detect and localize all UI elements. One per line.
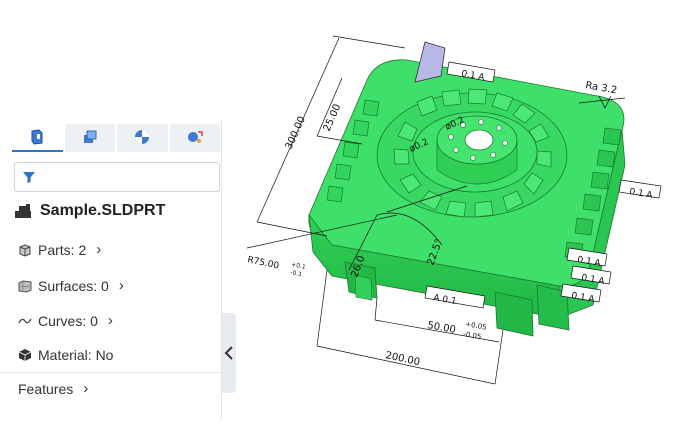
view-icon <box>135 130 150 144</box>
curves-item[interactable]: Curves: 0 › <box>18 312 113 329</box>
surfaces-item[interactable]: Surfaces: 0 › <box>18 277 124 294</box>
hub-bore <box>464 129 494 151</box>
left-blank-area <box>0 0 222 120</box>
tab-view[interactable] <box>117 124 168 152</box>
curves-icon <box>18 318 32 323</box>
leg-mid <box>494 291 534 337</box>
features-label: Features <box>18 380 74 397</box>
dim-300: 300.00 <box>284 115 308 151</box>
roughness-ra: Ra 3.2 <box>584 80 617 96</box>
filter-input[interactable] <box>14 162 220 192</box>
file-name-row: Sample.SLDPRT <box>14 202 165 220</box>
features-item[interactable]: Features › <box>18 380 88 397</box>
model-canvas[interactable]: 300.00 25.00 200.00 50.00 +0.05 -0.05 R7… <box>237 0 675 420</box>
divider <box>0 372 222 373</box>
material-label: Material: No <box>38 347 114 363</box>
file-name: Sample.SLDPRT <box>40 202 166 219</box>
surfaces-icon <box>18 279 32 293</box>
part-file-icon <box>15 204 31 218</box>
model-tree-icon <box>31 129 43 145</box>
model-info-panel: Sample.SLDPRT Parts: 2 › Surfaces: 0 › C… <box>0 120 222 420</box>
dim-50-tol-lower: -0.05 <box>463 330 482 341</box>
tab-measure[interactable] <box>169 124 220 152</box>
measure-icon <box>187 131 203 143</box>
material-cube-icon <box>18 349 32 361</box>
chevron-right-icon: › <box>118 277 124 294</box>
panel-tabs <box>12 124 222 154</box>
chevron-right-icon: › <box>96 241 102 258</box>
assembly-icon <box>83 130 97 143</box>
dim-50: 50.00 <box>426 320 456 336</box>
chevron-right-icon: › <box>107 312 113 329</box>
parts-item[interactable]: Parts: 2 › <box>18 241 101 258</box>
parts-icon <box>19 243 31 257</box>
fcf-right-1: 0.1 A <box>618 179 662 201</box>
tab-model-tree[interactable] <box>12 124 63 152</box>
tab-assembly[interactable] <box>64 124 115 152</box>
curves-label: Curves: 0 <box>38 312 98 329</box>
dim-200: 200.00 <box>384 350 421 368</box>
chevron-left-icon <box>224 346 233 360</box>
chevron-right-icon: › <box>83 380 89 397</box>
dim-r75-tol-lower: -0.1 <box>290 269 303 278</box>
parts-label: Parts: 2 <box>38 241 87 258</box>
dim-r75: R75.00 <box>246 255 280 271</box>
3d-viewport[interactable]: 300.00 25.00 200.00 50.00 +0.05 -0.05 R7… <box>237 0 675 420</box>
filter-icon <box>23 172 35 183</box>
surfaces-label: Surfaces: 0 <box>38 277 109 294</box>
material-item: Material: No <box>18 347 113 363</box>
collapse-panel-button[interactable] <box>222 313 236 393</box>
